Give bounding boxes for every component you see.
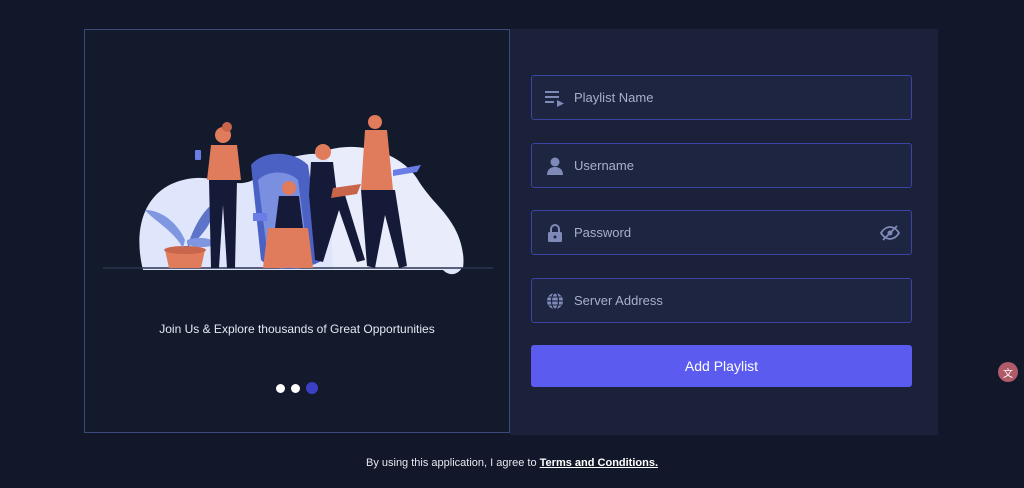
team-illustration — [103, 115, 493, 275]
password-field[interactable] — [531, 210, 912, 255]
add-playlist-button[interactable]: Add Playlist — [531, 345, 912, 387]
password-input[interactable] — [572, 224, 879, 241]
eye-slash-icon[interactable] — [879, 222, 901, 244]
carousel-dots — [85, 382, 509, 394]
hero-tagline: Join Us & Explore thousands of Great Opp… — [159, 322, 435, 336]
form-panel: Add Playlist — [510, 29, 938, 435]
terms-prefix: By using this application, I agree to — [365, 457, 537, 469]
user-icon — [545, 156, 565, 176]
username-field[interactable] — [531, 143, 912, 188]
server-address-input[interactable] — [572, 292, 911, 309]
terms-link[interactable]: Terms and Conditions. — [540, 457, 658, 469]
playlist-name-field[interactable] — [531, 75, 912, 120]
carousel-dot-3-active[interactable] — [306, 382, 318, 394]
carousel-dot-1[interactable] — [276, 383, 285, 393]
carousel-dot-2[interactable] — [291, 383, 300, 393]
playlist-icon — [545, 88, 565, 108]
username-input[interactable] — [572, 157, 911, 174]
login-card: Join Us & Explore thousands of Great Opp… — [84, 29, 938, 435]
playlist-name-input[interactable] — [572, 89, 911, 106]
globe-icon — [545, 291, 565, 311]
server-address-field[interactable] — [531, 278, 912, 323]
lock-icon — [545, 223, 565, 243]
terms-footer: By using this application, I agree to Te… — [0, 457, 1024, 469]
hero-panel: Join Us & Explore thousands of Great Opp… — [84, 29, 510, 433]
translate-icon[interactable]: 文 — [998, 362, 1018, 382]
